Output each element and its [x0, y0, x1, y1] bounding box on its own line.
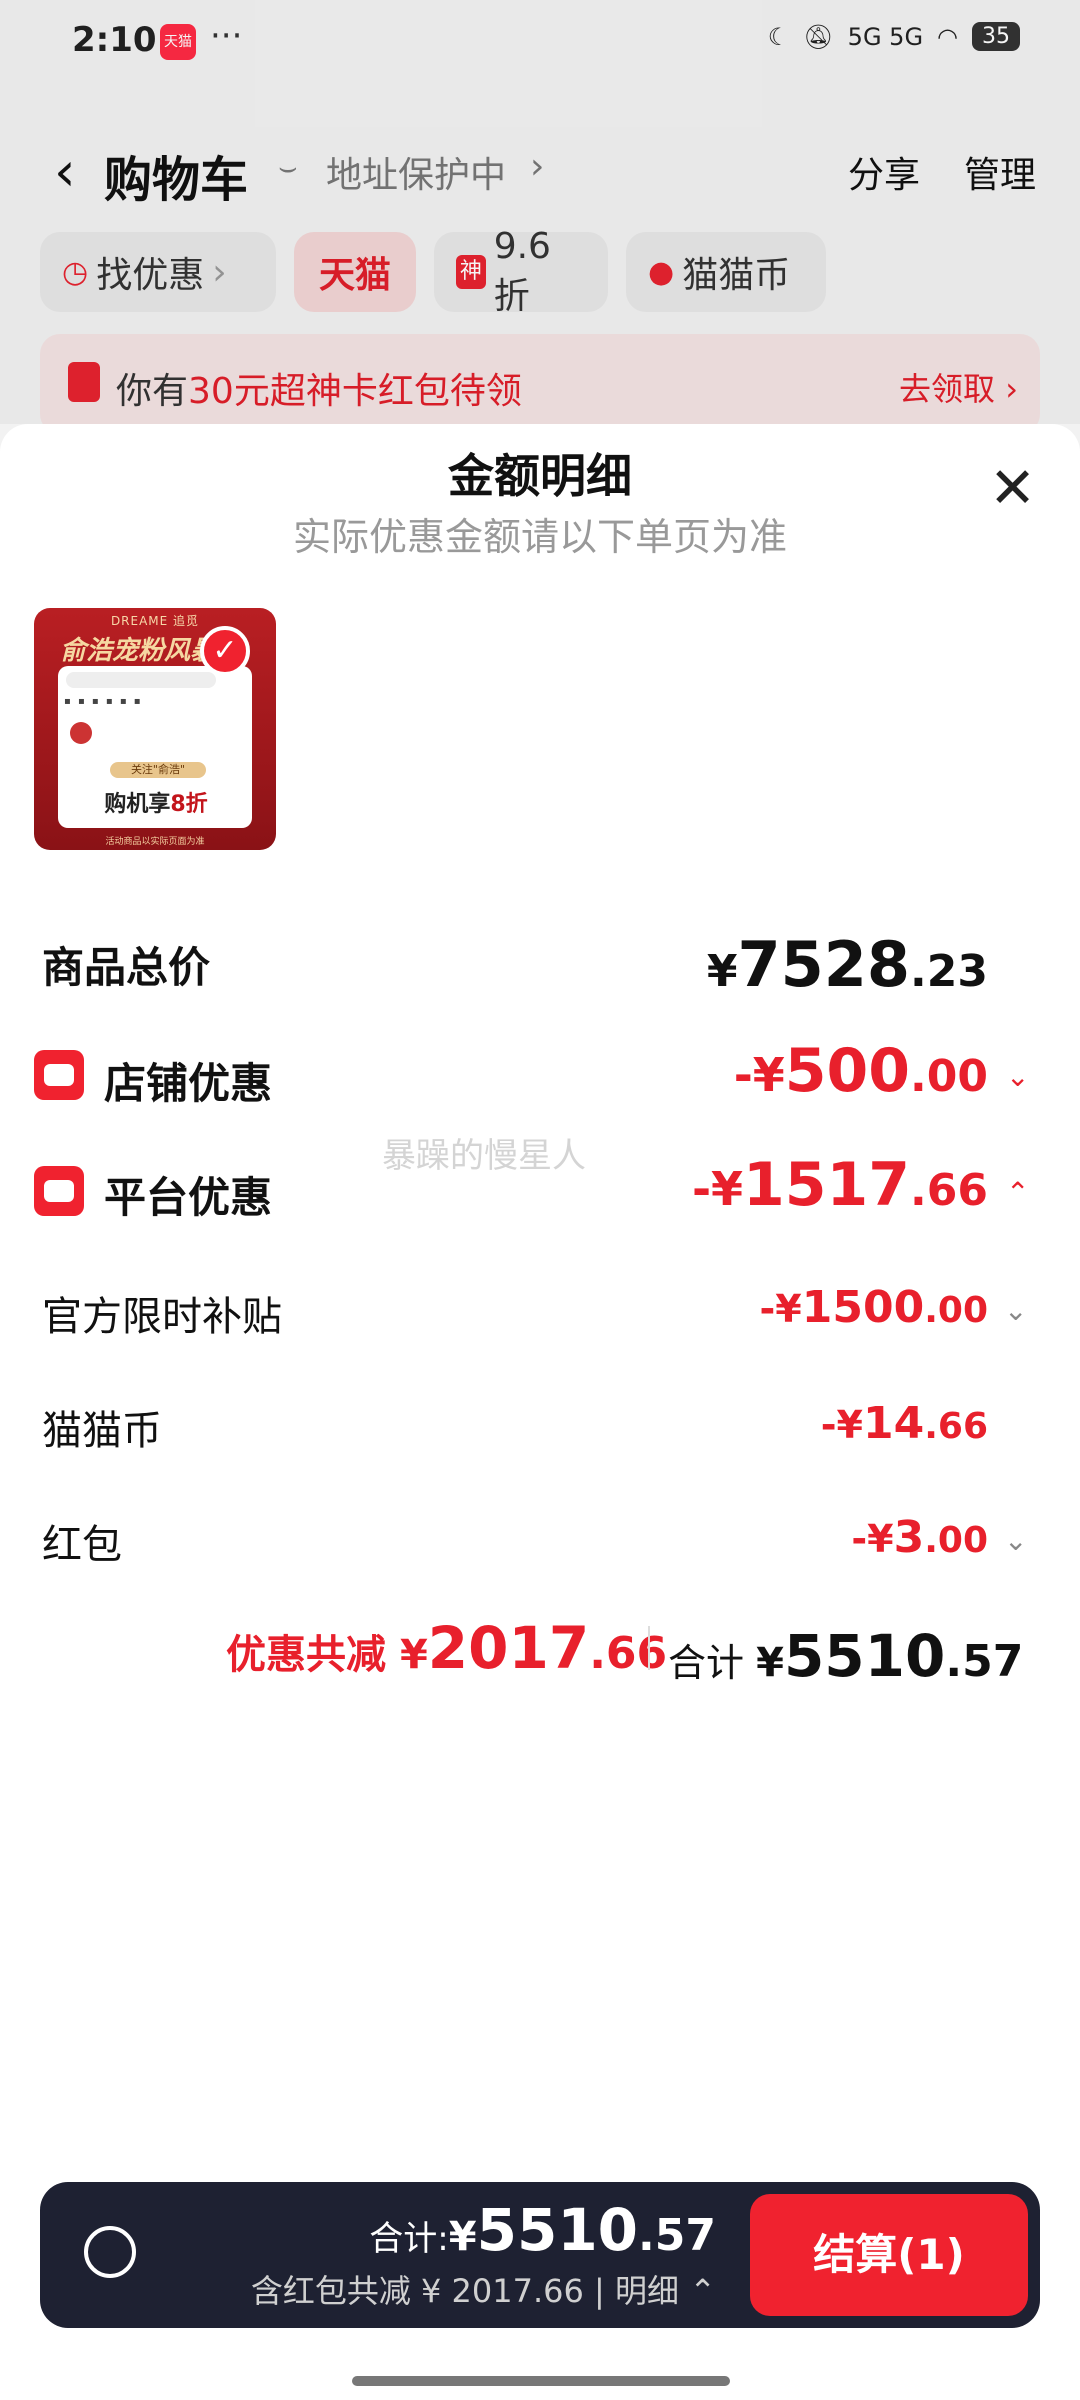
sheet-subtitle: 实际优惠金额请以下单页为准: [292, 515, 787, 559]
chevron-down-icon[interactable]: ⌄: [1004, 1524, 1027, 1557]
shop-discount-value[interactable]: -¥500.00: [734, 1036, 988, 1106]
total-price-value: ¥7528.23: [706, 928, 988, 1001]
coins-label: 猫猫币: [42, 1408, 162, 1454]
product-promo: 购机享8折: [104, 792, 208, 817]
watermark: 暴躁的慢星人: [382, 1136, 586, 1176]
product-slogan: 俞浩宠粉风暴: [60, 636, 217, 666]
bar-detail-link[interactable]: 含红包共减 ¥ 2017.66 | 明细 ⌃: [251, 2266, 716, 2312]
shop-icon: [34, 1050, 84, 1100]
product-search-bar: [66, 672, 216, 688]
divider: [648, 1626, 650, 1670]
summary-total: 合计 ¥5510.57: [668, 1622, 1024, 1690]
follow-tag: 关注"俞浩": [110, 762, 206, 778]
chevron-up-icon[interactable]: ⌃: [1006, 1176, 1029, 1209]
total-price-label: 商品总价: [42, 943, 211, 992]
total-discount: 优惠共减 ¥2017.66: [226, 1614, 668, 1682]
home-indicator[interactable]: [352, 2376, 730, 2386]
subsidy-value[interactable]: -¥1500.00: [760, 1282, 988, 1333]
chevron-up-icon: ⌃: [689, 2272, 716, 2310]
product-brand: DREAME 追觅: [110, 614, 200, 628]
platform-discount-label: 平台优惠: [104, 1173, 273, 1222]
bar-total: 合计:¥5510.57: [369, 2196, 716, 2264]
subsidy-label: 官方限时补贴: [42, 1294, 282, 1340]
platform-discount-value[interactable]: -¥1517.66: [692, 1150, 988, 1220]
sheet-title: 金额明细: [448, 449, 632, 503]
product-tabs: ▪ ▪ ▪ ▪ ▪ ▪: [64, 696, 143, 707]
product-foot: 活动商品以实际页面为准: [105, 837, 205, 847]
close-icon[interactable]: ✕: [989, 456, 1036, 521]
chevron-down-icon[interactable]: ⌄: [1004, 1294, 1027, 1327]
checkout-button[interactable]: 结算(1): [750, 2194, 1028, 2316]
select-all-radio[interactable]: [84, 2226, 136, 2278]
platform-icon: [34, 1166, 84, 1216]
chevron-down-icon[interactable]: ⌄: [1006, 1060, 1029, 1093]
checkmark-icon[interactable]: ✓: [200, 626, 250, 676]
dim-overlay[interactable]: [0, 0, 1080, 424]
hongbao-value[interactable]: -¥3.00: [851, 1512, 988, 1563]
hongbao-label: 红包: [42, 1522, 122, 1568]
coins-value: -¥14.66: [820, 1398, 988, 1449]
avatar: [70, 722, 92, 744]
shop-discount-label: 店铺优惠: [104, 1059, 273, 1108]
